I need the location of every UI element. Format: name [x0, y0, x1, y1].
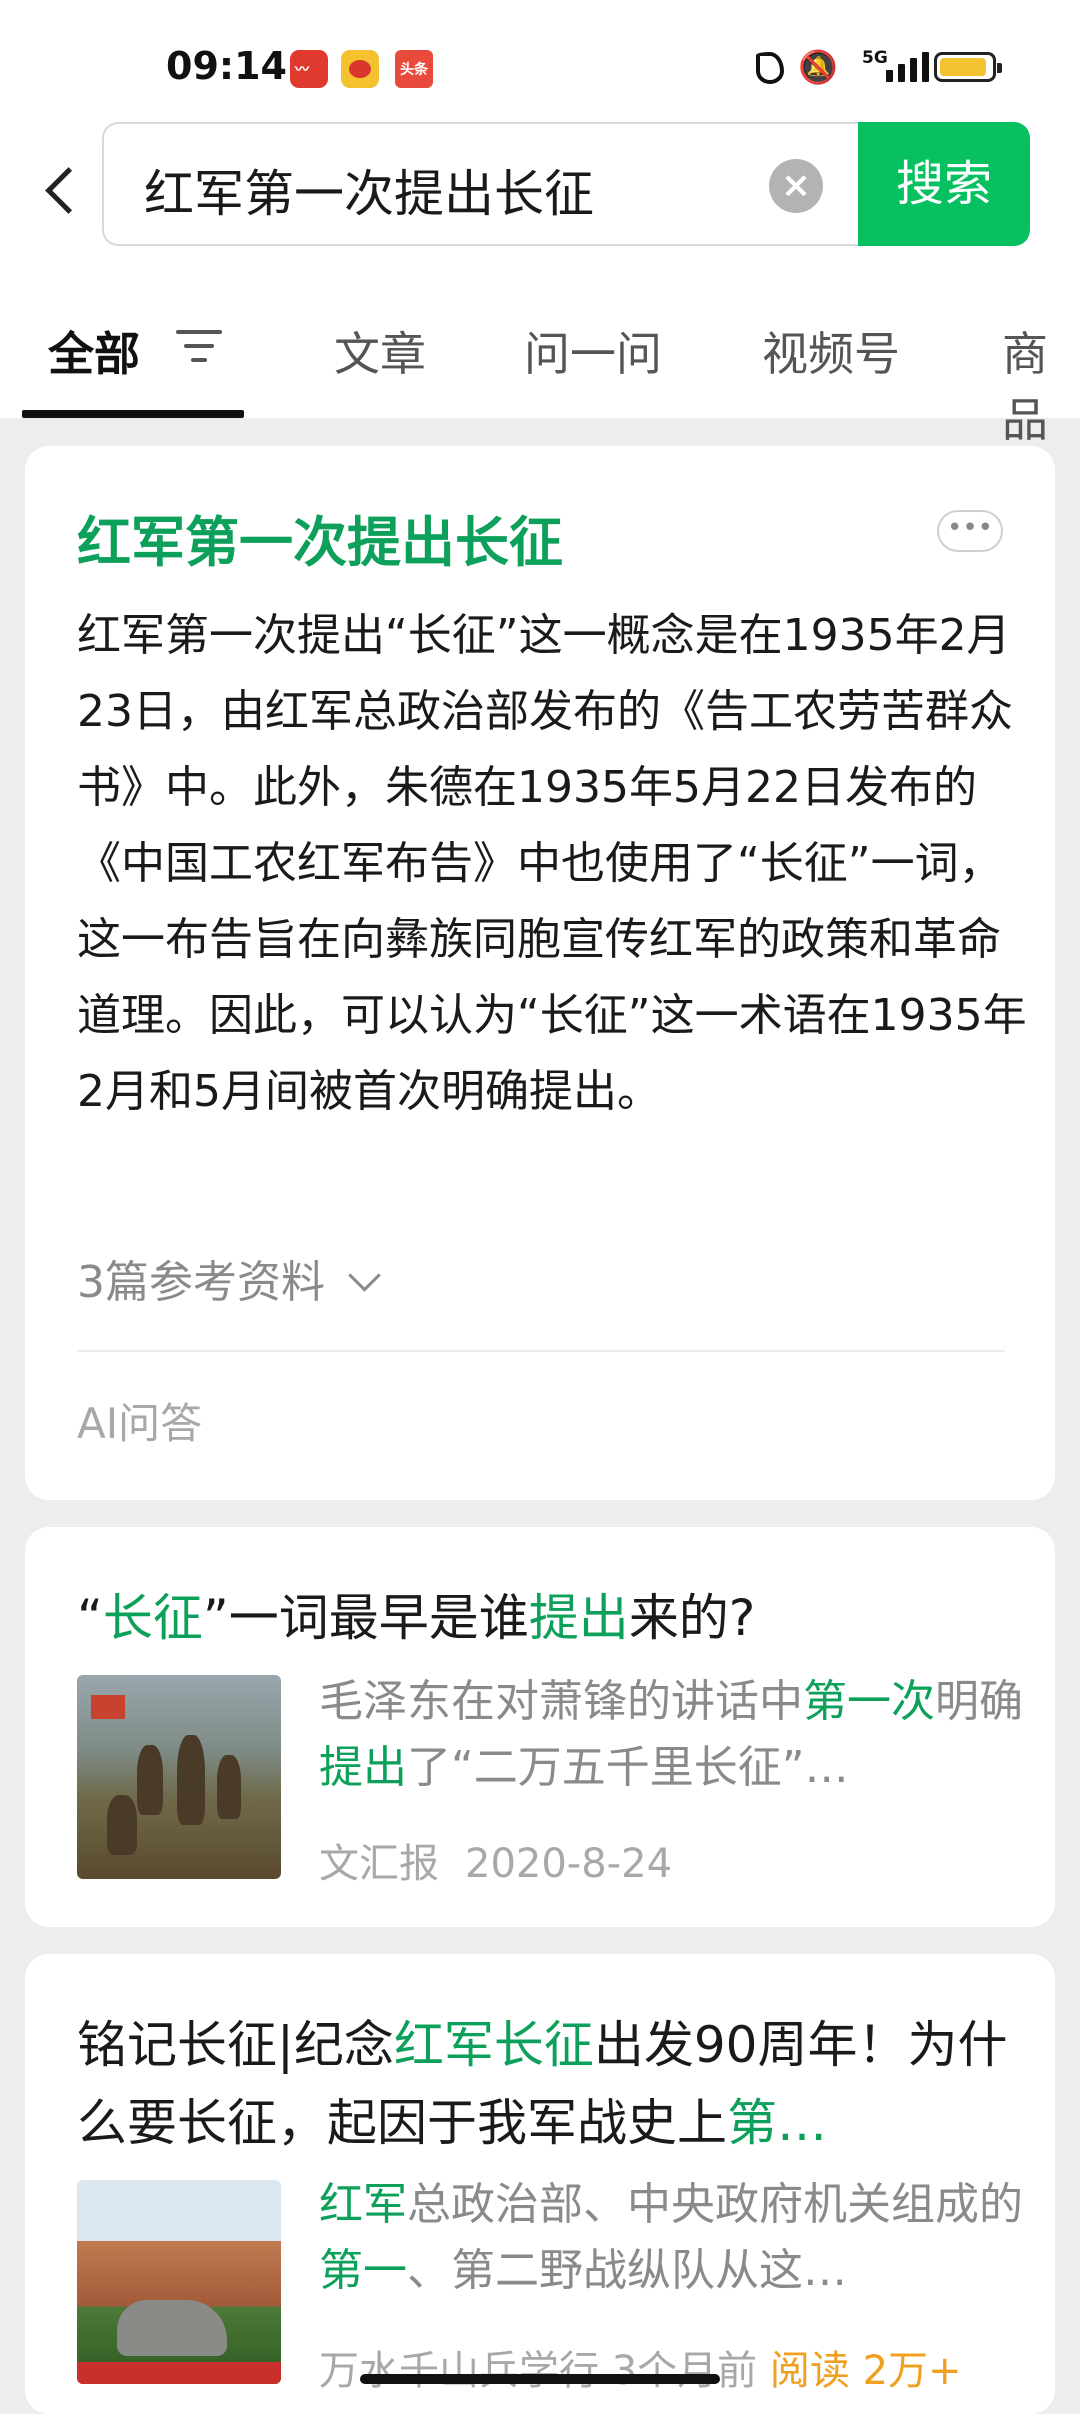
result-source: 万水千山兵学行 [319, 2348, 599, 2394]
network-type: 5G [862, 48, 888, 68]
read-count: 阅读 2万+ [769, 2348, 962, 2394]
snippet-part: 了“二万五千里长征”… [407, 1742, 849, 1793]
result-snippet: 毛泽东在对萧锋的讲话中第一次明确提出了“二万五千里长征”… [319, 1669, 1039, 1801]
search-result-card[interactable]: “长征”一词最早是谁提出来的? 毛泽东在对萧锋的讲话中第一次明确提出了“二万五千… [25, 1527, 1055, 1927]
snippet-highlight: 红军 [319, 2179, 407, 2230]
result-thumbnail[interactable] [77, 2180, 281, 2384]
tab-channels[interactable]: 视频号 [762, 318, 900, 384]
references-label: 3篇参考资料 [77, 1257, 325, 1308]
tab-ask[interactable]: 问一问 [524, 318, 662, 384]
title-part: 铭记长征|纪念 [77, 2016, 394, 2074]
divider [77, 1350, 1005, 1352]
tab-all[interactable]: 全部 [48, 318, 140, 384]
snippet-part: 明确 [935, 1676, 1023, 1727]
result-source: 文汇报 [319, 1841, 439, 1887]
weibo-icon [341, 50, 379, 88]
snippet-part: 毛泽东在对萧锋的讲话中 [319, 1676, 803, 1727]
ai-answer-body: 红军第一次提出“长征”这一概念是在1935年2月23日，由红军总政治部发布的《告… [77, 610, 1027, 1117]
chevron-down-icon [348, 1259, 381, 1292]
clear-icon[interactable]: × [769, 159, 823, 213]
snippet-highlight: 第一次 [803, 1676, 935, 1727]
status-time: 09:14 [166, 44, 287, 88]
search-query: 红军第一次提出长征 [144, 165, 594, 223]
status-bar: 09:14 〰 头条 🔕 5G [0, 0, 1080, 120]
result-meta: 文汇报 2020-8-24 [319, 1831, 672, 1889]
filter-icon[interactable] [176, 326, 224, 366]
title-part: 来的? [628, 1589, 756, 1647]
result-title[interactable]: “长征”一词最早是谁提出来的? [77, 1579, 1027, 1657]
references-toggle[interactable]: 3篇参考资料 [77, 1246, 381, 1310]
title-highlight: 第… [727, 2094, 827, 2152]
snippet-highlight: 第一 [319, 2245, 407, 2296]
title-part: ”一词最早是谁 [202, 1589, 529, 1647]
header-area: 09:14 〰 头条 🔕 5G 红军第一次提出长征 × 搜索 全部 文章 问一问… [0, 0, 1080, 447]
result-thumbnail[interactable] [77, 1675, 281, 1879]
search-result-card[interactable]: 铭记长征|纪念红军长征出发90周年！为什么要长征，起因于我军战史上第… 红军总政… [25, 1954, 1055, 2414]
ai-answer-source-label: AI问答 [77, 1399, 203, 1448]
snippet-highlight: 提出 [319, 1742, 407, 1793]
tab-products[interactable]: 商品 [1002, 318, 1080, 450]
ai-answer-card[interactable]: 红军第一次提出长征 ••• 红军第一次提出“长征”这一概念是在1935年2月23… [25, 446, 1055, 1500]
water-drop-icon [754, 48, 784, 88]
stock-app-icon: 〰 [290, 50, 328, 88]
more-options-icon[interactable]: ••• [937, 510, 1003, 552]
toutiao-icon: 头条 [395, 50, 433, 88]
snippet-part: 、第二野战纵队从这… [407, 2245, 847, 2296]
result-date: 2020-8-24 [465, 1841, 673, 1887]
home-indicator[interactable] [360, 2374, 720, 2384]
battery-icon [934, 52, 1002, 82]
result-meta: 万水千山兵学行 3个月前 阅读 2万+ [319, 2338, 962, 2396]
back-arrow-icon[interactable] [40, 150, 90, 226]
ai-answer-title: 红军第一次提出长征 [77, 511, 563, 574]
result-time: 3个月前 [611, 2348, 758, 2394]
tab-active-indicator [22, 410, 244, 418]
result-snippet: 红军总政治部、中央政府机关组成的第一、第二野战纵队从这… [319, 2172, 1039, 2304]
mute-bell-icon: 🔕 [798, 48, 838, 86]
title-highlight: 红军长征 [393, 2016, 594, 2074]
search-button[interactable]: 搜索 [858, 122, 1030, 246]
tab-articles[interactable]: 文章 [334, 318, 426, 384]
title-highlight: 长征 [102, 1589, 203, 1647]
search-input[interactable]: 红军第一次提出长征 × [102, 122, 859, 246]
title-highlight: 提出 [528, 1589, 629, 1647]
snippet-part: 总政治部、中央政府机关组成的 [407, 2179, 1023, 2230]
result-title[interactable]: 铭记长征|纪念红军长征出发90周年！为什么要长征，起因于我军战史上第… [77, 2006, 1027, 2162]
title-part: “ [77, 1589, 103, 1647]
